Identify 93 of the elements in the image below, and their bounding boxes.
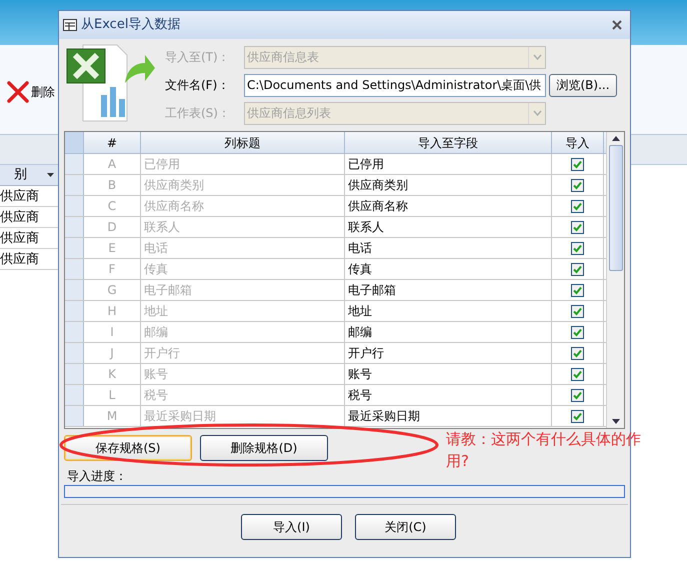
table-cell: 电话 — [345, 238, 552, 258]
table-cell: 最近采购日期 — [345, 406, 552, 426]
window-title: 从Excel导入数据 — [81, 16, 182, 34]
table-cell: L — [84, 385, 141, 405]
import-checkbox[interactable] — [571, 388, 584, 402]
table-cell: 地址 — [345, 301, 552, 321]
column-header: 导入至字段 — [345, 132, 552, 153]
table-cell: G — [84, 280, 141, 300]
field-label: 文件名(F)： — [165, 77, 230, 94]
table-cell: K — [84, 364, 141, 384]
table-cell: 地址 — [141, 301, 345, 321]
column-header: 列标题 — [141, 132, 345, 153]
row-header[interactable] — [65, 385, 84, 405]
table-cell: 邮编 — [141, 322, 345, 342]
window-icon — [63, 19, 77, 31]
input-field[interactable]: C:\Documents and Settings\Administrator\桌面\供 — [244, 74, 546, 96]
import-checkbox[interactable] — [571, 178, 584, 192]
table-cell: 税号 — [345, 385, 552, 405]
spec-button[interactable]: 删除规格(D) — [200, 435, 328, 461]
table-cell: 供应商名称 — [345, 196, 552, 216]
table-cell: 供应商类别 — [141, 175, 345, 195]
spec-button[interactable]: 保存规格(S) — [64, 435, 192, 461]
table-cell: 开户行 — [141, 343, 345, 363]
import-checkbox[interactable] — [571, 304, 584, 318]
row-header[interactable] — [65, 154, 84, 174]
table-cell: B — [84, 175, 141, 195]
dropdown-arrow-icon[interactable] — [47, 173, 54, 177]
progress-label: 导入进度： — [67, 468, 128, 485]
row-header[interactable] — [65, 406, 84, 426]
row-header[interactable] — [65, 196, 84, 216]
import-checkbox[interactable] — [571, 410, 584, 422]
chevron-down-icon — [532, 110, 542, 116]
table-cell: C — [84, 196, 141, 216]
row-header[interactable] — [65, 280, 84, 300]
vertical-scrollbar[interactable] — [606, 132, 624, 428]
row-header[interactable] — [65, 301, 84, 321]
table-cell: 电子邮箱 — [141, 280, 345, 300]
delete-button[interactable]: 删除 — [6, 80, 55, 104]
table-cell: 开户行 — [345, 343, 552, 363]
table-cell: D — [84, 217, 141, 237]
table-cell: 联系人 — [141, 217, 345, 237]
delete-x-icon — [6, 80, 30, 104]
column-header: 导入 — [552, 132, 604, 153]
import-checkbox[interactable] — [571, 220, 584, 234]
column-header-text: 别 — [14, 166, 27, 184]
table-cell: I — [84, 322, 141, 342]
table-cell: 电子邮箱 — [345, 280, 552, 300]
excel-import-icon — [65, 43, 155, 123]
row-header[interactable] — [65, 217, 84, 237]
import-checkbox[interactable] — [571, 284, 584, 296]
import-checkbox[interactable] — [571, 262, 584, 276]
table-cell: A — [84, 154, 141, 174]
column-header: # — [84, 132, 141, 153]
import-checkbox[interactable] — [571, 242, 584, 254]
row-header[interactable] — [65, 259, 84, 279]
field-label: 导入至(T)： — [165, 49, 231, 66]
scrollbar-thumb[interactable] — [608, 145, 622, 271]
table-cell: M — [84, 406, 141, 426]
table-cell: 供应商类别 — [345, 175, 552, 195]
row-header[interactable] — [65, 343, 84, 363]
table-cell: 邮编 — [345, 322, 552, 342]
import-checkbox[interactable] — [571, 346, 584, 360]
row-header[interactable] — [65, 238, 84, 258]
table-cell: 电话 — [141, 238, 345, 258]
import-checkbox[interactable] — [571, 368, 584, 380]
table-cell: E — [84, 238, 141, 258]
select-all-corner[interactable] — [65, 132, 84, 153]
row-header[interactable] — [65, 175, 84, 195]
table-cell: 传真 — [345, 259, 552, 279]
row-header[interactable] — [65, 322, 84, 342]
chevron-down-icon — [532, 54, 542, 60]
table-cell: J — [84, 343, 141, 363]
table-cell: 账号 — [345, 364, 552, 384]
scroll-down-icon[interactable] — [612, 419, 620, 424]
import-checkbox[interactable] — [571, 158, 584, 170]
import-checkbox[interactable] — [571, 326, 584, 338]
table-cell: 联系人 — [345, 217, 552, 237]
table-cell: 已停用 — [141, 154, 345, 174]
footer-button[interactable]: 关闭(C) — [355, 514, 456, 540]
row-header[interactable] — [65, 364, 84, 384]
table-cell: 最近采购日期 — [141, 406, 345, 426]
table-cell: 已停用 — [345, 154, 552, 174]
table-cell: 供应商名称 — [141, 196, 345, 216]
import-checkbox[interactable] — [571, 200, 584, 212]
footer-button[interactable]: 导入(I) — [241, 514, 342, 540]
table-cell: F — [84, 259, 141, 279]
table-cell: 传真 — [141, 259, 345, 279]
table-cell: 税号 — [141, 385, 345, 405]
close-icon[interactable] — [612, 20, 622, 30]
field-label: 工作表(S)： — [165, 105, 231, 122]
table-cell: 账号 — [141, 364, 345, 384]
browse-button[interactable]: 浏览(B)... — [549, 74, 617, 96]
table-cell: H — [84, 301, 141, 321]
